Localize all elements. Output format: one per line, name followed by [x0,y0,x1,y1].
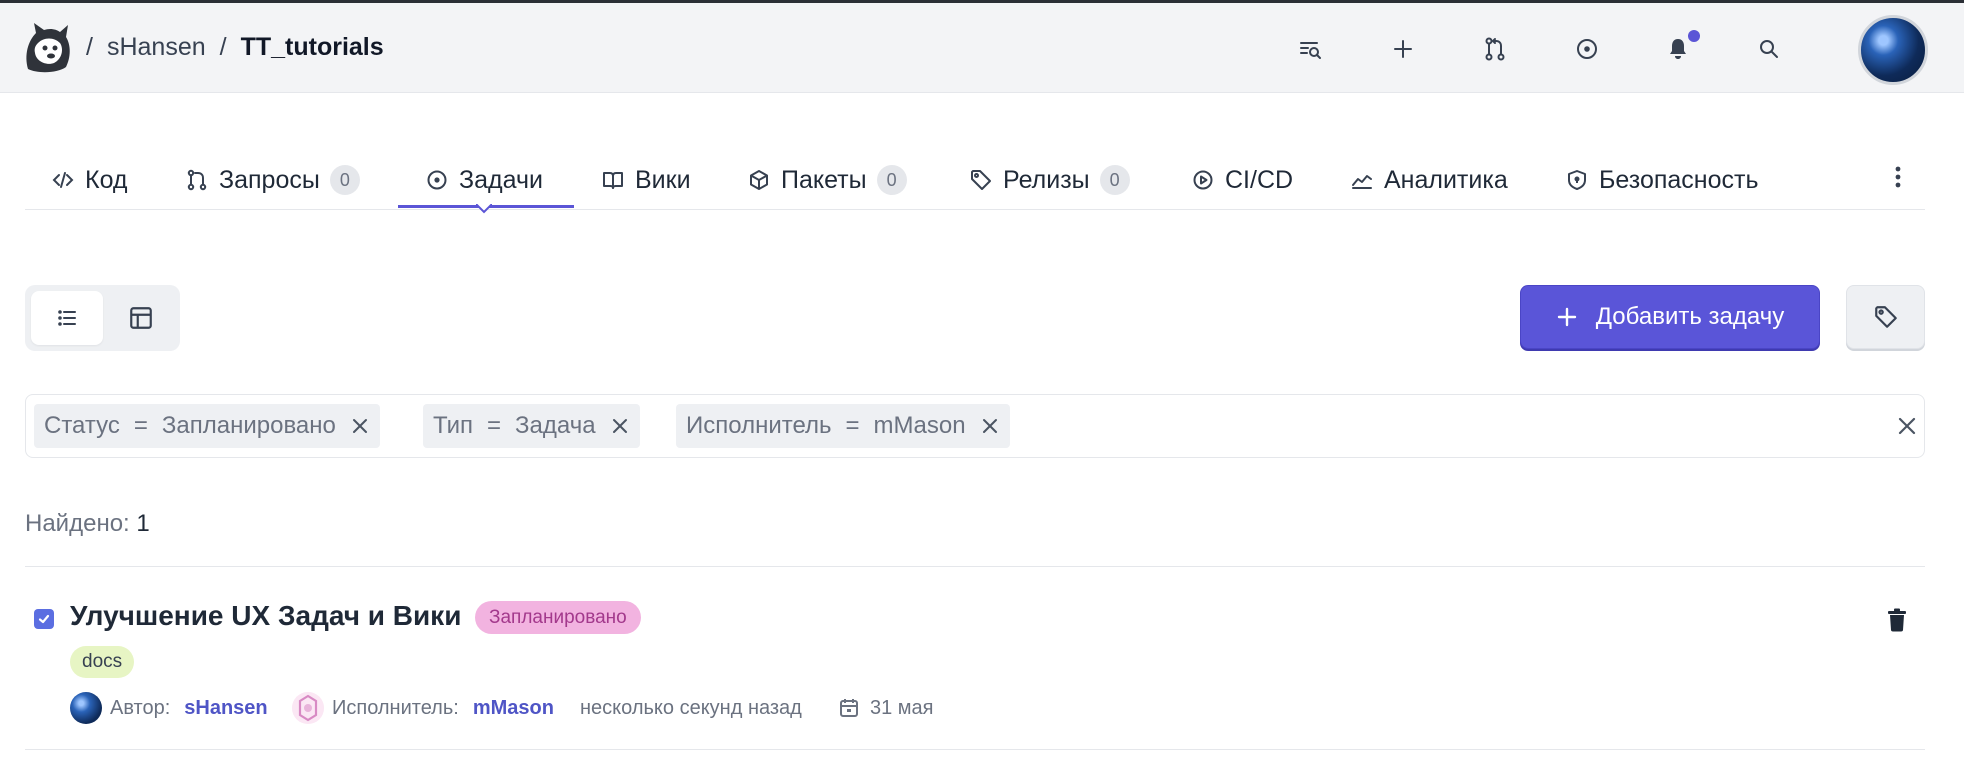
issue-timestamp: несколько секунд назад [580,696,802,719]
filter-bar[interactable]: Статус = Запланировано Тип = Задача Испо… [25,394,1925,458]
add-issue-button[interactable]: Добавить задачу [1520,285,1820,349]
divider [25,749,1925,750]
issue-icon [427,170,447,190]
tab-wiki[interactable]: Вики [601,150,691,210]
close-icon[interactable] [350,416,370,436]
issue-due-date: 31 мая [838,692,934,724]
labels-button[interactable] [1846,285,1925,349]
search-icon[interactable] [1755,35,1783,63]
due-date-text: 31 мая [870,696,934,719]
issue-time: несколько секунд назад [580,692,802,724]
breadcrumb-owner[interactable]: sHansen [107,33,206,62]
package-icon [750,170,768,190]
issue-icon[interactable] [1573,35,1601,63]
issue-label[interactable]: docs [70,646,135,678]
issue-author: Автор: sHansen [70,692,268,724]
status-badge: Запланировано [475,601,641,634]
user-avatar[interactable] [1858,15,1928,85]
tab-releases[interactable]: Релизы 0 [969,150,1130,210]
breadcrumb-separator: / [219,33,227,61]
author-avatar [70,692,102,724]
filter-value: Запланировано [161,412,336,439]
tab-pull-requests[interactable]: Запросы 0 [185,150,360,210]
tab-ci-cd[interactable]: CI/CD [1191,150,1293,210]
pull-request-icon[interactable] [1481,35,1509,63]
tab-label: Релизы [1003,165,1090,194]
tab-label: CI/CD [1225,165,1294,194]
view-toggle [25,285,180,351]
pull-request-icon [187,169,207,191]
list-icon [58,310,76,326]
close-icon[interactable] [980,416,1000,436]
active-tab-caret [476,204,492,214]
count-badge: 0 [1099,165,1130,195]
assignee-avatar [292,692,324,724]
filter-operator: = [133,412,148,439]
table-view-button[interactable] [105,291,177,345]
notification-dot [1688,30,1700,42]
author-link[interactable]: sHansen [184,697,267,720]
code-icon [52,172,74,188]
breadcrumb-separator: / [86,33,93,61]
assignee-label: Исполнитель: [332,696,459,719]
play-circle-icon [1193,170,1213,190]
filter-chip-assignee[interactable]: Исполнитель = mMason [676,404,1010,448]
logo-icon[interactable] [22,21,72,75]
tab-packages[interactable]: Пакеты 0 [747,150,907,210]
issue-checkbox[interactable] [34,609,54,629]
filter-field: Исполнитель [686,412,832,439]
tab-analytics[interactable]: Аналитика [1350,150,1508,210]
bell-icon[interactable] [1664,35,1692,63]
table-icon [130,307,152,329]
feed-search-icon[interactable] [1296,35,1324,63]
issue-assignee: Исполнитель: mMason [292,692,554,724]
tag-icon [1874,306,1897,328]
filter-chip-type[interactable]: Тип = Задача [423,404,640,448]
filter-chip-status[interactable]: Статус = Запланировано [34,404,380,448]
tab-code[interactable]: Код [51,150,128,210]
more-icon[interactable] [1886,163,1910,191]
plus-icon [1557,307,1576,327]
check-icon [38,614,50,624]
tab-label: Вики [635,165,691,194]
shield-icon [1568,170,1586,190]
results-count: Найдено: 1 [25,510,150,538]
tab-label: Аналитика [1384,165,1508,194]
book-icon [603,172,623,189]
count-badge: 0 [876,165,907,195]
list-view-button[interactable] [31,291,103,345]
results-label: Найдено: [25,510,130,537]
filter-operator: = [487,412,502,439]
author-label: Автор: [110,696,171,719]
trash-icon[interactable] [1886,608,1908,632]
repo-tabs: Код Запросы 0 Задачи Вики Пакеты 0 Релиз… [25,150,1925,210]
clear-filters-icon[interactable] [1896,415,1918,437]
results-number: 1 [136,510,150,537]
chart-icon [1352,175,1372,189]
add-issue-label: Добавить задачу [1595,303,1785,330]
filter-field: Тип [433,412,474,439]
tag-icon [971,170,991,190]
calendar-icon [840,699,858,717]
tab-label: Запросы [219,165,320,194]
close-icon[interactable] [610,416,630,436]
tab-issues[interactable]: Задачи [425,150,543,210]
assignee-link[interactable]: mMason [473,697,554,720]
divider [25,566,1925,567]
tab-label: Задачи [459,165,543,194]
tab-label: Пакеты [781,165,867,194]
filter-value: mMason [873,412,966,439]
filter-operator: = [845,412,860,439]
filter-field: Статус [44,412,120,439]
filter-value: Задача [515,412,596,439]
plus-icon[interactable] [1389,35,1417,63]
breadcrumb: / sHansen / TT_tutorials [86,33,384,62]
count-badge: 0 [329,165,360,195]
issue-title[interactable]: Улучшение UX Задач и Вики [70,600,461,632]
tab-security[interactable]: Безопасность [1565,150,1758,210]
breadcrumb-repo[interactable]: TT_tutorials [241,33,384,62]
tab-label: Безопасность [1599,165,1759,194]
tab-label: Код [85,165,128,194]
top-bar: / sHansen / TT_tutorials [0,0,1964,93]
